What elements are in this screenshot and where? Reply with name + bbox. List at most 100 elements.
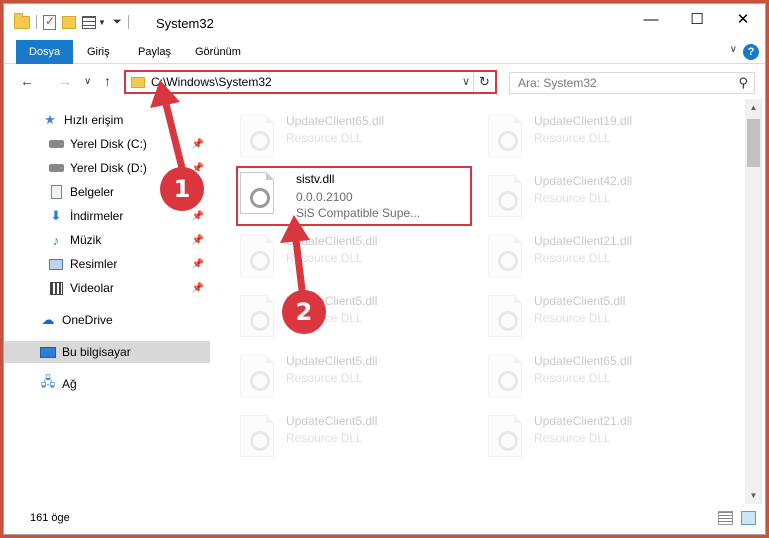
minimize-button[interactable]: —	[628, 4, 674, 34]
scroll-down-icon[interactable]: ▼	[745, 487, 762, 504]
ribbon-collapse-icon[interactable]: ∨	[730, 44, 737, 55]
sidebar-item-label: İndirmeler	[70, 209, 124, 223]
sidebar-item-label: Hızlı erişim	[64, 113, 124, 127]
disk-icon	[48, 160, 64, 176]
file-type: Resource DLL	[534, 131, 611, 145]
file-name: UpdateClient19.dll	[534, 114, 633, 128]
list-item[interactable]: UpdateClient5.dll Resource DLL	[484, 289, 720, 337]
sidebar-item-label: Bu bilgisayar	[62, 345, 131, 359]
list-item[interactable]: UpdateClient5.dll Resource DLL	[236, 349, 472, 397]
address-bar[interactable]: C:\Windows\System32 ∨ ↻	[124, 70, 497, 94]
refresh-button[interactable]: ↻	[473, 72, 495, 92]
list-item[interactable]: UpdateClient5.dll Resource DLL	[236, 229, 472, 277]
tab-gorunum[interactable]: Görünüm	[182, 40, 254, 64]
music-icon: ♪	[52, 232, 60, 248]
scroll-thumb[interactable]	[747, 119, 760, 167]
up-button[interactable]: ↑	[104, 73, 111, 89]
list-item[interactable]: UpdateClient21.dll Resource DLL	[484, 409, 720, 457]
file-type: Resource DLL	[286, 431, 363, 445]
folder-icon	[14, 12, 30, 29]
file-name: UpdateClient5.dll	[534, 294, 626, 308]
tab-giris[interactable]: Giriş	[74, 40, 123, 64]
pin-icon[interactable]: 📌	[192, 139, 204, 150]
step-1-badge: 1	[160, 167, 204, 211]
file-name: UpdateClient65.dll	[286, 114, 385, 128]
close-button[interactable]: ✕	[720, 4, 766, 34]
file-type: Resource DLL	[286, 251, 363, 265]
highlighted-file-sistv-dll[interactable]: sistv.dll 0.0.0.2100 SiS Compatible Supe…	[236, 166, 472, 226]
download-icon: ⬇	[50, 208, 62, 223]
dll-file-icon	[240, 415, 274, 457]
file-name: UpdateClient5.dll	[286, 414, 378, 428]
scroll-up-icon[interactable]: ▲	[745, 99, 762, 116]
title-bar: ▼ ⏷ System32 — ☐ ✕	[4, 4, 765, 40]
chevron-down-icon[interactable]: ▼	[98, 18, 106, 27]
help-button[interactable]: ?	[743, 44, 759, 60]
list-item[interactable]: UpdateClient65.dll Resource DLL	[484, 349, 720, 397]
sidebar-item-local-disk-c[interactable]: Yerel Disk (C:) 📌	[4, 133, 210, 155]
file-type: Resource DLL	[286, 131, 363, 145]
tab-paylas[interactable]: Paylaş	[125, 40, 184, 64]
list-item[interactable]: UpdateClient5.dll Resource DLL	[236, 409, 472, 457]
sidebar-item-onedrive[interactable]: ☁ OneDrive	[4, 309, 210, 331]
sidebar-item-label: Ağ	[62, 377, 77, 391]
pin-icon[interactable]: 📌	[192, 235, 204, 246]
navigation-pane: ★ Hızlı erişim Yerel Disk (C:) 📌 Yerel D…	[4, 99, 214, 499]
sidebar-item-network[interactable]: 🖧 Ağ	[4, 373, 210, 395]
star-icon: ★	[44, 112, 56, 127]
back-button[interactable]: ←	[20, 73, 34, 89]
tab-dosya[interactable]: Dosya	[16, 40, 74, 64]
step-2-badge: 2	[282, 290, 326, 334]
dll-file-icon	[488, 295, 522, 337]
computer-icon	[40, 344, 56, 360]
details-view-icon[interactable]	[718, 511, 733, 525]
status-bar: 161 öge	[4, 504, 765, 534]
customize-toolbar-icon[interactable]: ⏷	[113, 16, 122, 29]
view-options-icon[interactable]	[82, 15, 96, 29]
new-folder-icon[interactable]	[62, 15, 76, 29]
dll-file-icon	[488, 355, 522, 397]
pictures-icon	[48, 256, 64, 272]
forward-button[interactable]: →	[58, 73, 72, 89]
sidebar-item-videos[interactable]: Videolar 📌	[4, 277, 210, 299]
pin-icon[interactable]: 📌	[192, 259, 204, 270]
dll-file-icon	[240, 235, 274, 277]
pin-icon[interactable]: 📌	[192, 283, 204, 294]
vertical-scrollbar[interactable]: ▲ ▼	[745, 99, 762, 504]
file-type: Resource DLL	[286, 371, 363, 385]
list-item[interactable]: UpdateClient21.dll Resource DLL	[484, 229, 720, 277]
quick-access-toolbar: ▼ ⏷	[14, 12, 135, 31]
maximize-button[interactable]: ☐	[674, 4, 720, 34]
file-type: Resource DLL	[534, 371, 611, 385]
sidebar-item-label: Belgeler	[70, 185, 115, 199]
recent-locations-button[interactable]: ∨	[84, 76, 91, 87]
sidebar-item-quick-access[interactable]: ★ Hızlı erişim	[4, 109, 210, 131]
list-item[interactable]: UpdateClient65.dll Resource DLL	[236, 109, 472, 157]
list-item[interactable]: UpdateClient19.dll Resource DLL	[484, 109, 720, 157]
address-dropdown-icon[interactable]: ∨	[462, 75, 470, 88]
navigation-bar: ← → ∨ ↑ C:\Windows\System32 ∨ ↻ Ara: Sys…	[4, 65, 765, 99]
sidebar-item-this-pc[interactable]: Bu bilgisayar	[4, 341, 210, 363]
list-item[interactable]: UpdateClient5.dll Resource DLL	[236, 289, 472, 337]
network-icon: 🖧	[40, 374, 56, 389]
ribbon-tabs: Dosya Giriş Paylaş Görünüm ∨ ?	[4, 40, 765, 64]
file-name: UpdateClient5.dll	[286, 354, 378, 368]
toolbar-separator	[127, 15, 129, 29]
sidebar-item-music[interactable]: ♪ Müzik 📌	[4, 229, 210, 251]
toolbar-separator	[36, 15, 37, 29]
list-item[interactable]: UpdateClient42.dll Resource DLL	[484, 169, 720, 217]
sidebar-item-label: Yerel Disk (C:)	[70, 137, 147, 151]
sidebar-item-label: Videolar	[70, 281, 114, 295]
file-type: Resource DLL	[534, 311, 611, 325]
search-icon[interactable]: ⚲	[738, 75, 748, 91]
properties-icon[interactable]	[43, 14, 56, 30]
sidebar-item-pictures[interactable]: Resimler 📌	[4, 253, 210, 275]
pin-icon[interactable]: 📌	[192, 211, 204, 222]
search-placeholder: Ara: System32	[518, 76, 597, 90]
address-path[interactable]: C:\Windows\System32	[151, 75, 272, 89]
dll-file-icon	[488, 415, 522, 457]
search-box[interactable]: Ara: System32 ⚲	[509, 72, 755, 94]
large-icons-view-icon[interactable]	[741, 511, 756, 525]
item-count: 161 öge	[30, 512, 70, 524]
dll-file-icon	[240, 295, 274, 337]
